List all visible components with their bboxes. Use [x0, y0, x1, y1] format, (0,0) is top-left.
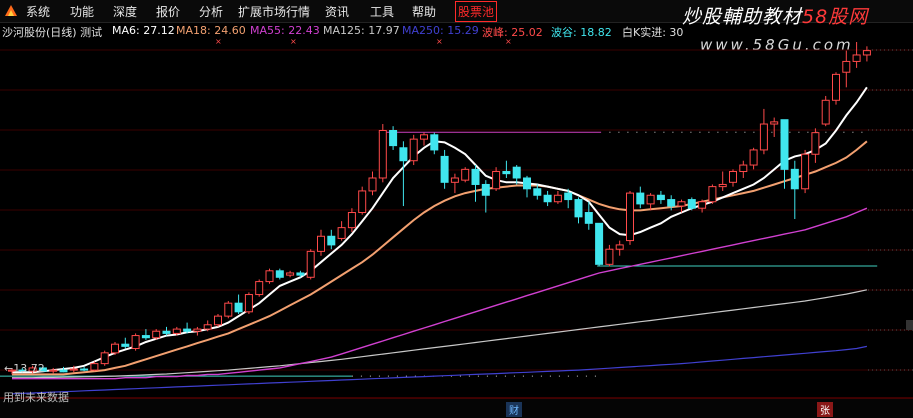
candle-body-up — [615, 244, 624, 250]
candle-body-up — [358, 190, 367, 214]
candle-body-up — [832, 73, 840, 101]
finance-event-flag[interactable]: 财 — [506, 402, 522, 417]
candle-body-up — [718, 183, 727, 188]
candle-body-up — [368, 177, 377, 192]
candle-body-down — [502, 171, 511, 175]
candle-body-up — [450, 177, 459, 183]
candle-body-up — [193, 328, 202, 332]
candle-body-up — [698, 201, 707, 209]
candle-body-up — [801, 153, 810, 190]
ma125-line — [12, 289, 868, 379]
candle-body-up — [708, 186, 717, 203]
candle-body-up — [255, 281, 264, 296]
legend-tick-marker: × — [436, 37, 443, 46]
candle-body-up — [286, 272, 295, 276]
candle-body-down — [687, 199, 696, 209]
candle-body-up — [306, 250, 315, 278]
candle-body-down — [471, 168, 480, 185]
candle-body-down — [523, 177, 531, 190]
candle-body-up — [347, 212, 356, 229]
candle-body-up — [378, 130, 387, 179]
candle-body-up — [131, 335, 140, 350]
candle-body-down — [440, 155, 449, 183]
legend-tick-marker: × — [215, 37, 222, 46]
candle-body-up — [739, 164, 748, 173]
candle-body-up — [821, 99, 830, 125]
candle-body-up — [265, 270, 274, 283]
low-price-label: ←13.72 — [4, 362, 45, 375]
candle-body-up — [152, 330, 161, 339]
candle-body-up — [770, 121, 779, 125]
candle-body-down — [564, 192, 573, 201]
candle-body-up — [729, 171, 737, 183]
candle-body-down — [595, 222, 604, 265]
candle-body-down — [389, 130, 398, 147]
candle-body-up — [749, 149, 758, 166]
candle-body-up — [214, 315, 222, 326]
candle-body-up — [852, 54, 861, 62]
future-data-note: 用到未来数据 — [3, 391, 69, 404]
candle-body-down — [59, 369, 68, 373]
legend-tick-marker: × — [505, 37, 512, 46]
candle-body-up — [759, 123, 768, 151]
candle-body-up — [862, 50, 871, 56]
candle-body-up — [111, 343, 119, 354]
candle-body-up — [69, 368, 78, 371]
candle-body-down — [656, 194, 665, 201]
candle-body-down — [512, 166, 521, 179]
candle-body-up — [420, 134, 428, 140]
ma18-line — [12, 140, 868, 376]
candle-body-up — [553, 194, 562, 203]
legend-tick-marker: × — [290, 37, 297, 46]
candle-body-up — [811, 132, 820, 155]
candle-body-down — [327, 235, 336, 246]
candle-body-down — [162, 330, 171, 334]
candle-body-up — [605, 248, 614, 265]
ma55-line — [12, 207, 868, 380]
candle-body-down — [183, 328, 192, 332]
candle-body-down — [430, 134, 439, 151]
candle-body-down — [543, 194, 552, 203]
candle-body-up — [842, 60, 851, 73]
candlestick-chart[interactable]: × × × × — [0, 0, 913, 418]
candle-body-up — [626, 192, 634, 242]
candle-body-up — [224, 302, 233, 317]
time-axis-strip — [0, 398, 913, 418]
candle-body-up — [172, 328, 181, 334]
candle-body-down — [790, 168, 799, 190]
candle-body-up — [90, 363, 99, 371]
candle-body-up — [203, 324, 212, 330]
candle-body-down — [574, 199, 583, 218]
candle-body-up — [317, 235, 325, 252]
candle-body-up — [337, 227, 346, 239]
limit-up-flag[interactable]: 张 — [817, 402, 833, 417]
candle-body-up — [409, 138, 418, 162]
candle-body-down — [121, 343, 130, 347]
candle-body-up — [49, 369, 58, 372]
candle-body-up — [677, 201, 686, 207]
candle-body-down — [141, 335, 150, 339]
candle-body-down — [399, 147, 408, 162]
candle-body-down — [275, 270, 284, 278]
candle-body-down — [636, 192, 645, 205]
candle-body-up — [492, 171, 501, 190]
candle-body-down — [80, 368, 89, 371]
candle-body-down — [533, 188, 542, 196]
candle-body-down — [296, 272, 305, 276]
candle-body-down — [584, 212, 593, 224]
candle-body-down — [667, 199, 676, 207]
candle-body-down — [481, 183, 490, 196]
candle-body-up — [461, 168, 470, 181]
candle-body-up — [244, 294, 253, 313]
scroll-handle — [906, 320, 913, 330]
candle-body-down — [780, 119, 789, 170]
candle-body-up — [646, 194, 655, 205]
candle-body-down — [234, 302, 243, 313]
candle-body-up — [100, 352, 109, 365]
